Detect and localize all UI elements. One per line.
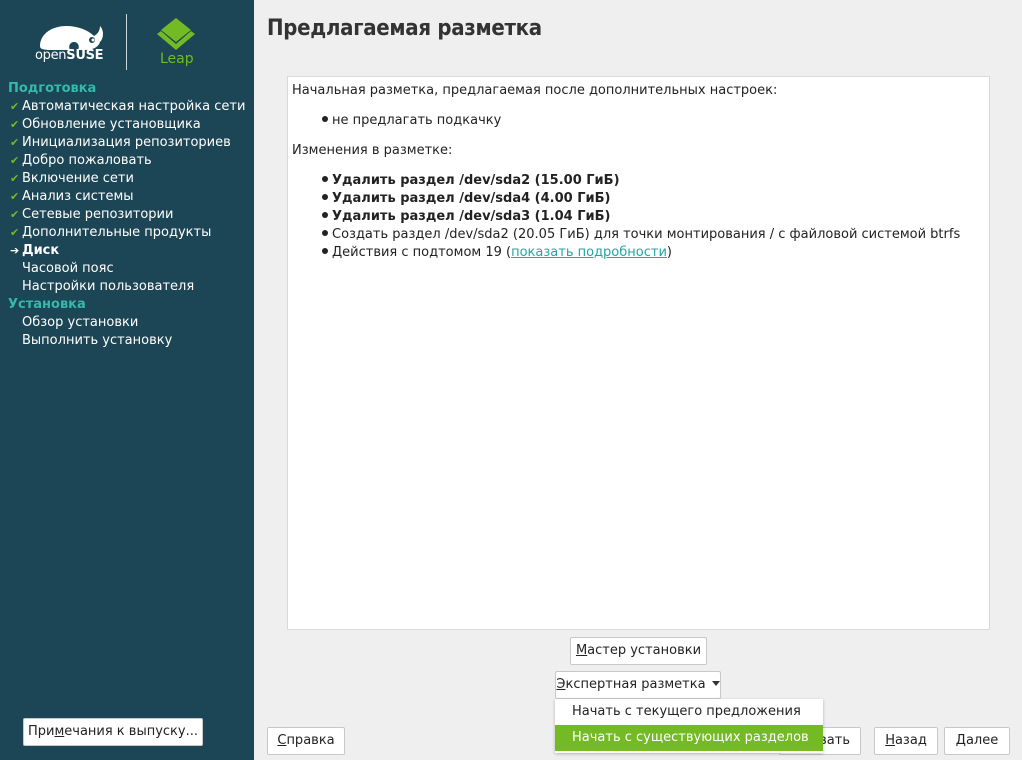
- sidebar: openSUSE Leap Подготовка ✔ Автоматическая…: [0, 0, 254, 760]
- logo-area: openSUSE Leap: [0, 0, 254, 80]
- check-icon: ✔: [10, 226, 20, 239]
- step-network-enable: ✔ Включение сети: [0, 170, 254, 188]
- help-button[interactable]: Справка: [267, 727, 345, 755]
- step-disk: ➔ Диск: [0, 242, 254, 260]
- step-install-overview: Обзор установки: [0, 314, 254, 332]
- button-label-part: При: [27, 724, 55, 739]
- list-item: не предлагать подкачку: [322, 113, 501, 128]
- changes-heading: Изменения в разметке:: [292, 143, 453, 158]
- button-mnemonic: Д: [955, 733, 966, 748]
- button-mnemonic: Э: [556, 677, 566, 692]
- button-label-part: алее: [965, 733, 999, 748]
- step-label: Включение сети: [22, 171, 134, 186]
- bullet-icon: [322, 212, 328, 218]
- check-icon: ✔: [10, 100, 20, 113]
- expert-partitioner-menu: Начать с текущего предложения Начать с с…: [555, 699, 823, 753]
- logo-divider: [126, 14, 127, 70]
- check-icon: ✔: [10, 190, 20, 203]
- step-welcome: ✔ Добро пожаловать: [0, 152, 254, 170]
- arrow-right-icon: ➔: [10, 244, 20, 257]
- list-item: Создать раздел /dev/sda2 (20.05 ГиБ) для…: [322, 227, 960, 242]
- step-label: Выполнить установку: [22, 333, 173, 348]
- step-user-settings: Настройки пользователя: [0, 278, 254, 296]
- list-item: Удалить раздел /dev/sda4 (4.00 ГиБ): [322, 191, 610, 206]
- bullet-icon: [322, 116, 328, 122]
- step-label: Настройки пользователя: [22, 279, 195, 294]
- step-timezone: Часовой пояс: [0, 260, 254, 278]
- proposal-summary: Начальная разметка, предлагаемая после д…: [287, 76, 990, 630]
- step-label: Сетевые репозитории: [22, 207, 174, 222]
- bullet-icon: [322, 194, 328, 200]
- button-mnemonic: М: [575, 643, 588, 658]
- step-repo-init: ✔ Инициализация репозиториев: [0, 134, 254, 152]
- section-preparation: Подготовка: [8, 81, 97, 96]
- back-button[interactable]: Назад: [874, 727, 938, 755]
- opensuse-logo-text: openSUSE: [35, 48, 104, 63]
- logo-suse-text: SUSE: [66, 48, 104, 63]
- list-item: Действия с подтомом 19 (показать подробн…: [322, 245, 672, 260]
- step-perform-install: Выполнить установку: [0, 332, 254, 350]
- list-item-text: Удалить раздел /dev/sda2 (15.00 ГиБ): [332, 173, 620, 188]
- release-notes-button[interactable]: Примечания к выпуску...: [23, 718, 203, 746]
- button-label-part: кспертная разметка: [565, 677, 706, 692]
- leap-logo-icon: [157, 18, 195, 50]
- page-title: Предлагаемая разметка: [267, 16, 542, 41]
- section-installation: Установка: [8, 297, 86, 312]
- step-installer-update: ✔ Обновление установщика: [0, 116, 254, 134]
- step-online-repos: ✔ Сетевые репозитории: [0, 206, 254, 224]
- chevron-down-icon: [711, 681, 720, 686]
- button-label-part: правка: [286, 733, 335, 748]
- expert-partitioner-dropdown[interactable]: Экспертная разметка: [555, 671, 721, 699]
- step-label: Дополнительные продукты: [22, 225, 212, 240]
- step-label: Инициализация репозиториев: [22, 135, 231, 150]
- list-item-text: ): [666, 245, 672, 260]
- step-label: Обновление установщика: [22, 117, 201, 132]
- show-details-link[interactable]: показать подробности: [511, 245, 667, 260]
- button-label-part: вать: [819, 733, 850, 748]
- bullet-icon: [322, 248, 328, 254]
- check-icon: ✔: [10, 118, 20, 131]
- logo-open-text: open: [35, 48, 67, 63]
- list-item-text: не предлагать подкачку: [332, 113, 502, 128]
- initial-heading: Начальная разметка, предлагаемая после д…: [292, 83, 778, 98]
- list-item: Удалить раздел /dev/sda2 (15.00 ГиБ): [322, 173, 620, 188]
- guided-setup-button[interactable]: Мастер установки: [570, 637, 707, 665]
- list-item: Удалить раздел /dev/sda3 (1.04 ГиБ): [322, 209, 610, 224]
- check-icon: ✔: [10, 136, 20, 149]
- list-item-text: Создать раздел /dev/sda2 (20.05 ГиБ) для…: [332, 227, 961, 242]
- list-item-text: Удалить раздел /dev/sda3 (1.04 ГиБ): [332, 209, 611, 224]
- step-network-autoconfig: ✔ Автоматическая настройка сети: [0, 98, 254, 116]
- button-mnemonic: м: [54, 724, 65, 739]
- step-label: Добро пожаловать: [22, 153, 152, 168]
- step-label: Диск: [22, 243, 60, 258]
- step-label: Анализ системы: [22, 189, 134, 204]
- button-mnemonic: Н: [885, 733, 895, 748]
- button-label-part: ечания к выпуску...: [64, 724, 199, 739]
- button-label-part: азад: [894, 733, 927, 748]
- installation-steps: Подготовка ✔ Автоматическая настройка сет…: [0, 80, 254, 350]
- menu-item-start-existing-partitions[interactable]: Начать с существующих разделов: [555, 725, 823, 751]
- step-label: Обзор установки: [22, 315, 139, 330]
- menu-item-start-current-proposal[interactable]: Начать с текущего предложения: [555, 699, 823, 725]
- step-system-analysis: ✔ Анализ системы: [0, 188, 254, 206]
- list-item-text: Удалить раздел /dev/sda4 (4.00 ГиБ): [332, 191, 611, 206]
- step-addon-products: ✔ Дополнительные продукты: [0, 224, 254, 242]
- step-label: Часовой пояс: [22, 261, 114, 276]
- bullet-icon: [322, 176, 328, 182]
- check-icon: ✔: [10, 172, 20, 185]
- step-label: Автоматическая настройка сети: [22, 99, 246, 114]
- button-label-part: астер установки: [587, 643, 702, 658]
- leap-logo-text: Leap: [160, 51, 194, 67]
- main-panel: Предлагаемая разметка Начальная разметка…: [254, 0, 1022, 760]
- bullet-icon: [322, 230, 328, 236]
- check-icon: ✔: [10, 154, 20, 167]
- check-icon: ✔: [10, 208, 20, 221]
- next-button[interactable]: Далее: [944, 727, 1010, 755]
- list-item-text: Действия с подтомом 19 (: [332, 245, 512, 260]
